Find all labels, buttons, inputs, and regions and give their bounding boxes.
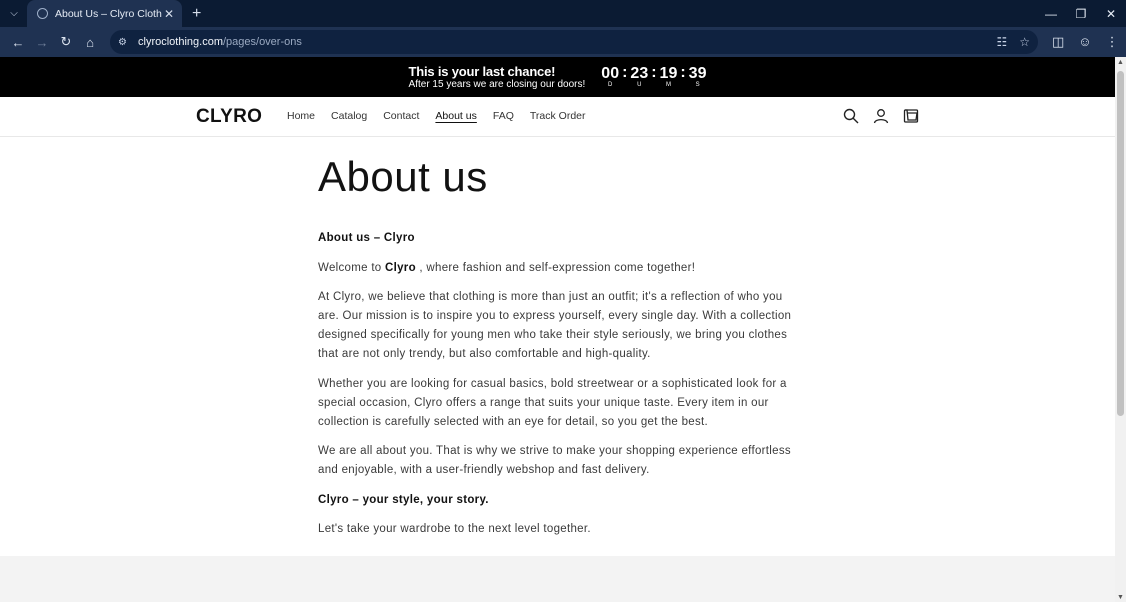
footer-band: [0, 556, 1115, 602]
countdown-hours: 23: [630, 65, 649, 82]
profile-icon[interactable]: ☺: [1078, 34, 1091, 50]
reload-icon[interactable]: ↻: [54, 30, 78, 54]
url-path: /pages/over-ons: [222, 36, 302, 48]
globe-icon: [37, 8, 48, 19]
account-icon[interactable]: [873, 108, 889, 124]
back-arrow-icon[interactable]: ←: [6, 30, 30, 54]
url-host: clyroclothing.com: [138, 36, 223, 48]
welcome-prefix: Welcome to: [318, 261, 385, 274]
nav-catalog[interactable]: Catalog: [331, 110, 367, 122]
forward-arrow-icon[interactable]: →: [30, 30, 54, 54]
countdown-minutes: 19: [659, 65, 678, 82]
range-paragraph: Whether you are looking for casual basic…: [318, 377, 787, 428]
site-header: CLYRO Home Catalog Contact About us FAQ …: [0, 97, 1115, 137]
translate-icon[interactable]: ☷: [996, 35, 1007, 49]
nav-about-us[interactable]: About us: [435, 110, 476, 122]
address-bar[interactable]: ⚙ clyroclothing.com/pages/over-ons ☷ ☆: [110, 30, 1038, 54]
web-page: This is your last chance! After 15 years…: [0, 57, 1115, 602]
announcement-subline: After 15 years we are closing our doors!: [408, 79, 586, 90]
tagline: Clyro – your style, your story.: [318, 491, 798, 510]
main-nav: Home Catalog Contact About us FAQ Track …: [287, 110, 586, 122]
countdown-seconds-label: S: [695, 82, 700, 88]
welcome-suffix: , where fashion and self-expression come…: [415, 261, 696, 274]
countdown-minutes-label: M: [665, 82, 671, 88]
search-icon[interactable]: [843, 108, 859, 124]
welcome-brand: Clyro: [385, 261, 416, 274]
countdown-timer: 00 D : 23 U : 19 M : 39 S: [601, 64, 707, 89]
mission-paragraph: At Clyro, we believe that clothing is mo…: [318, 291, 792, 360]
scrollbar-thumb[interactable]: [1117, 71, 1124, 416]
window-close-icon[interactable]: ✕: [1096, 0, 1126, 27]
nav-track-order[interactable]: Track Order: [530, 110, 586, 122]
about-subtitle: About us – Clyro: [318, 229, 798, 248]
site-info-icon[interactable]: ⚙: [118, 37, 132, 48]
countdown-days: 00: [601, 65, 620, 82]
countdown-seconds: 39: [688, 65, 707, 82]
browser-toolbar: ← → ↻ ⌂ ⚙ clyroclothing.com/pages/over-o…: [0, 27, 1126, 57]
restore-icon[interactable]: ❐: [1066, 0, 1096, 27]
scroll-down-arrow-icon[interactable]: ▼: [1115, 594, 1126, 601]
about-subtitle-text: About us – Clyro: [318, 232, 415, 244]
nav-contact[interactable]: Contact: [383, 110, 419, 122]
site-logo[interactable]: CLYRO: [196, 106, 262, 128]
tab-close-icon[interactable]: ✕: [162, 7, 176, 21]
announcement-headline: This is your last chance!: [408, 64, 556, 79]
tab-title: About Us – Clyro Clothing: [55, 7, 162, 20]
minimize-icon[interactable]: —: [1036, 0, 1066, 27]
page-scrollbar[interactable]: ▲ ▼: [1115, 57, 1126, 602]
cart-icon[interactable]: [903, 108, 919, 124]
closing-paragraph: Let's take your wardrobe to the next lev…: [318, 523, 591, 535]
browser-tab[interactable]: About Us – Clyro Clothing ✕: [27, 0, 182, 27]
browser-tab-bar: ⌵ About Us – Clyro Clothing ✕ + — ❐ ✕: [0, 0, 1126, 27]
customer-paragraph: We are all about you. That is why we str…: [318, 445, 791, 476]
extensions-puzzle-icon[interactable]: ◫: [1052, 34, 1064, 50]
bookmark-star-icon[interactable]: ☆: [1019, 35, 1030, 49]
nav-home[interactable]: Home: [287, 110, 315, 122]
tagline-text: Clyro – your style, your story.: [318, 493, 489, 506]
header-icons: [843, 108, 919, 124]
welcome-paragraph: Welcome to Clyro , where fashion and sel…: [318, 259, 798, 278]
announcement-bar: This is your last chance! After 15 years…: [0, 57, 1115, 97]
main-content: About us About us – Clyro Welcome to Cly…: [318, 153, 798, 550]
new-tab-plus-icon[interactable]: +: [192, 5, 201, 23]
scroll-up-arrow-icon[interactable]: ▲: [1115, 59, 1126, 66]
tab-search-chevron-icon[interactable]: ⌵: [3, 3, 25, 25]
nav-faq[interactable]: FAQ: [493, 110, 514, 122]
countdown-hours-label: U: [637, 82, 642, 88]
countdown-days-label: D: [608, 82, 613, 88]
window-controls: — ❐ ✕: [1036, 0, 1126, 27]
more-menu-icon[interactable]: ⋮: [1106, 34, 1119, 50]
page-title: About us: [318, 153, 488, 200]
home-icon[interactable]: ⌂: [78, 30, 102, 54]
